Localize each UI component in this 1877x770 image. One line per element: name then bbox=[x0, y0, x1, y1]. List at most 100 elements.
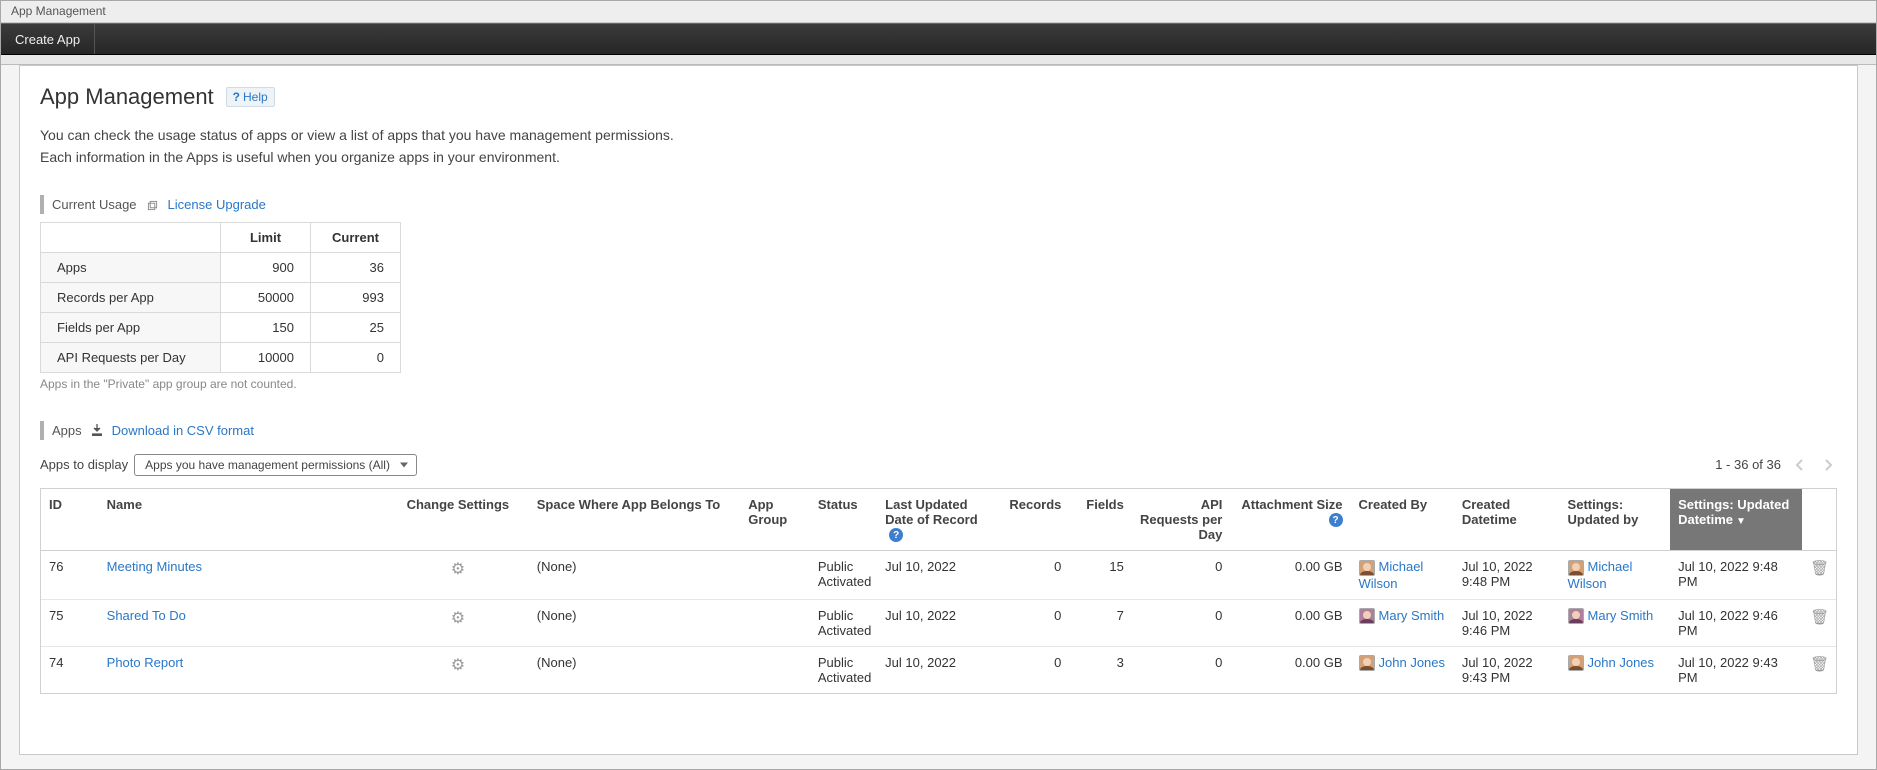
col-change-settings[interactable]: Change Settings bbox=[387, 489, 529, 551]
usage-row-limit: 900 bbox=[221, 252, 311, 282]
app-name-link[interactable]: Shared To Do bbox=[107, 608, 186, 623]
cell-fields: 7 bbox=[1069, 599, 1131, 646]
apps-grid: ID Name Change Settings Space Where App … bbox=[41, 489, 1836, 693]
usage-row-current: 25 bbox=[311, 312, 401, 342]
col-fields[interactable]: Fields bbox=[1069, 489, 1131, 551]
pagination: 1 - 36 of 36 bbox=[1715, 456, 1837, 474]
cell-fields: 15 bbox=[1069, 551, 1131, 600]
cell-delete: 🗑 bbox=[1802, 599, 1836, 646]
col-attachment[interactable]: Attachment Size ? bbox=[1230, 489, 1350, 551]
col-status[interactable]: Status bbox=[810, 489, 877, 551]
section-apps-title: Apps bbox=[52, 423, 82, 438]
page-title: App Management bbox=[40, 84, 214, 110]
user-link[interactable]: Mary Smith bbox=[1588, 608, 1654, 623]
usage-row: Records per App50000993 bbox=[41, 282, 401, 312]
cell-status: PublicActivated bbox=[810, 646, 877, 693]
cell-created-by: John Jones bbox=[1351, 646, 1454, 693]
col-api[interactable]: API Requests per Day bbox=[1132, 489, 1231, 551]
avatar-icon bbox=[1568, 560, 1584, 576]
col-id[interactable]: ID bbox=[41, 489, 99, 551]
trash-icon[interactable]: 🗑 bbox=[1810, 656, 1829, 673]
cell-attachment: 0.00 GB bbox=[1230, 599, 1350, 646]
page-description: You can check the usage status of apps o… bbox=[40, 124, 1837, 169]
cell-api: 0 bbox=[1132, 551, 1231, 600]
usage-col-empty bbox=[41, 222, 221, 252]
help-icon: ? bbox=[233, 90, 240, 104]
help-icon[interactable]: ? bbox=[889, 528, 903, 542]
cell-group bbox=[740, 551, 810, 600]
cell-last-updated: Jul 10, 2022 bbox=[877, 599, 1000, 646]
help-button[interactable]: ? Help bbox=[226, 87, 275, 107]
trash-icon[interactable]: 🗑 bbox=[1810, 609, 1829, 626]
section-current-usage: Current Usage License Upgrade bbox=[40, 195, 1837, 214]
cell-change: ⚙ bbox=[387, 646, 529, 693]
usage-row: Fields per App15025 bbox=[41, 312, 401, 342]
cell-created-dt: Jul 10, 2022 9:48 PM bbox=[1454, 551, 1560, 600]
help-icon[interactable]: ? bbox=[1329, 513, 1343, 527]
col-created-by[interactable]: Created By bbox=[1351, 489, 1454, 551]
usage-col-current: Current bbox=[311, 222, 401, 252]
gear-icon[interactable]: ⚙ bbox=[451, 559, 465, 579]
gear-icon[interactable]: ⚙ bbox=[451, 608, 465, 628]
cell-records: 0 bbox=[1000, 599, 1070, 646]
col-last-updated[interactable]: Last Updated Date of Record ? bbox=[877, 489, 1000, 551]
app-name-link[interactable]: Meeting Minutes bbox=[107, 559, 202, 574]
col-name[interactable]: Name bbox=[99, 489, 387, 551]
cell-space: (None) bbox=[529, 599, 740, 646]
cell-created-dt: Jul 10, 2022 9:43 PM bbox=[1454, 646, 1560, 693]
cell-space: (None) bbox=[529, 646, 740, 693]
cell-updated-dt: Jul 10, 2022 9:46 PM bbox=[1670, 599, 1802, 646]
cell-attachment: 0.00 GB bbox=[1230, 646, 1350, 693]
usage-row-limit: 50000 bbox=[221, 282, 311, 312]
apps-grid-header: ID Name Change Settings Space Where App … bbox=[41, 489, 1836, 551]
cell-status: PublicActivated bbox=[810, 551, 877, 600]
license-upgrade-link[interactable]: License Upgrade bbox=[168, 197, 266, 212]
download-csv-link[interactable]: Download in CSV format bbox=[112, 423, 254, 438]
filter-row: Apps to display Apps you have management… bbox=[40, 454, 1837, 476]
trash-icon[interactable]: 🗑 bbox=[1810, 560, 1829, 577]
cell-delete: 🗑 bbox=[1802, 551, 1836, 600]
table-row: 74Photo Report⚙(None)PublicActivatedJul … bbox=[41, 646, 1836, 693]
section-apps: Apps Download in CSV format bbox=[40, 421, 1837, 440]
avatar-icon bbox=[1359, 560, 1375, 576]
cell-updated-dt: Jul 10, 2022 9:43 PM bbox=[1670, 646, 1802, 693]
cell-change: ⚙ bbox=[387, 599, 529, 646]
app-name-link[interactable]: Photo Report bbox=[107, 655, 184, 670]
cell-last-updated: Jul 10, 2022 bbox=[877, 646, 1000, 693]
download-icon bbox=[92, 424, 102, 436]
create-app-button[interactable]: Create App bbox=[1, 24, 95, 54]
create-app-label: Create App bbox=[15, 32, 80, 47]
cell-name: Photo Report bbox=[99, 646, 387, 693]
main-toolbar: Create App bbox=[1, 23, 1876, 55]
col-records[interactable]: Records bbox=[1000, 489, 1070, 551]
usage-row-limit: 10000 bbox=[221, 342, 311, 372]
window-titlebar: App Management bbox=[1, 1, 1876, 23]
cell-last-updated: Jul 10, 2022 bbox=[877, 551, 1000, 600]
cell-records: 0 bbox=[1000, 646, 1070, 693]
page-next-button[interactable] bbox=[1819, 456, 1837, 474]
avatar-icon bbox=[1568, 655, 1584, 671]
cell-name: Meeting Minutes bbox=[99, 551, 387, 600]
page-heading-row: App Management ? Help bbox=[40, 84, 1837, 110]
gear-icon[interactable]: ⚙ bbox=[451, 655, 465, 675]
cell-updated-by: Mary Smith bbox=[1560, 599, 1671, 646]
col-group[interactable]: App Group bbox=[740, 489, 810, 551]
usage-row-label: API Requests per Day bbox=[41, 342, 221, 372]
col-space[interactable]: Space Where App Belongs To bbox=[529, 489, 740, 551]
user-link[interactable]: John Jones bbox=[1379, 655, 1446, 670]
col-updated-by[interactable]: Settings: Updated by bbox=[1560, 489, 1671, 551]
cell-status: PublicActivated bbox=[810, 599, 877, 646]
usage-row: API Requests per Day100000 bbox=[41, 342, 401, 372]
cell-delete: 🗑 bbox=[1802, 646, 1836, 693]
usage-row-current: 36 bbox=[311, 252, 401, 282]
user-link[interactable]: John Jones bbox=[1588, 655, 1655, 670]
user-link[interactable]: Mary Smith bbox=[1379, 608, 1445, 623]
page-prev-button[interactable] bbox=[1791, 456, 1809, 474]
col-created-dt[interactable]: Created Datetime bbox=[1454, 489, 1560, 551]
cell-created-dt: Jul 10, 2022 9:46 PM bbox=[1454, 599, 1560, 646]
col-updated-dt[interactable]: Settings: Updated Datetime▼ bbox=[1670, 489, 1802, 551]
apps-display-select[interactable]: Apps you have management permissions (Al… bbox=[134, 454, 417, 476]
external-link-icon bbox=[147, 199, 158, 210]
usage-footnote: Apps in the "Private" app group are not … bbox=[40, 377, 1837, 391]
cell-api: 0 bbox=[1132, 599, 1231, 646]
